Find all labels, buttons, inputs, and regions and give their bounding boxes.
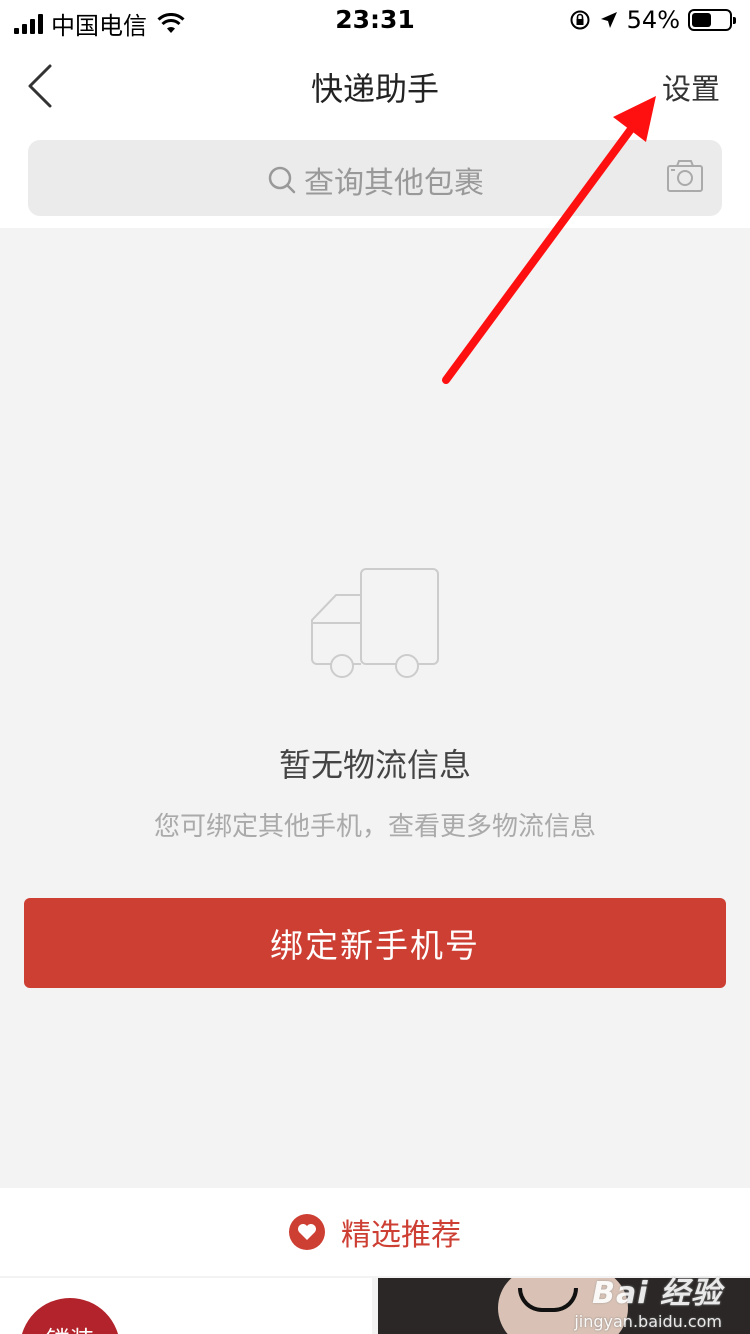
header: 快递助手 设置 查询其他包裹: [0, 40, 750, 228]
status-bar: 中国电信 23:31 54%: [0, 0, 750, 40]
empty-state-subtitle: 您可绑定其他手机，查看更多物流信息: [153, 812, 596, 842]
heart-icon: [289, 1214, 325, 1250]
delivery-truck-icon: [311, 568, 439, 678]
battery-icon: [688, 9, 736, 31]
empty-state-title: 暂无物流信息: [278, 746, 471, 784]
status-right: 54%: [569, 6, 736, 34]
page-title: 快递助手: [310, 70, 439, 108]
bind-new-phone-button[interactable]: 绑定新手机号: [24, 898, 726, 988]
search-placeholder: 查询其他包裹: [304, 166, 484, 201]
recommend-header: 精选推荐: [0, 1188, 750, 1276]
search-icon: [268, 166, 296, 194]
watermark-url: jingyan.baidu.com: [574, 1312, 722, 1331]
settings-button[interactable]: 设置: [662, 66, 720, 108]
location-arrow-icon: [600, 12, 617, 28]
recommend-label: 精选推荐: [341, 1218, 461, 1253]
watermark: Bai 经验 jingyan.baidu.com: [574, 1268, 722, 1331]
orientation-lock-icon: [570, 10, 590, 30]
battery-percent: 54%: [626, 6, 680, 34]
watermark-logo: Bai 经验: [592, 1276, 722, 1311]
camera-icon[interactable]: [666, 158, 704, 194]
search-inner: 查询其他包裹: [28, 158, 722, 202]
product-card[interactable]: 镂装: [0, 1278, 372, 1334]
search-input[interactable]: 查询其他包裹: [28, 140, 722, 216]
product-badge: 镂装: [20, 1298, 120, 1334]
battery-fill: [692, 13, 712, 27]
